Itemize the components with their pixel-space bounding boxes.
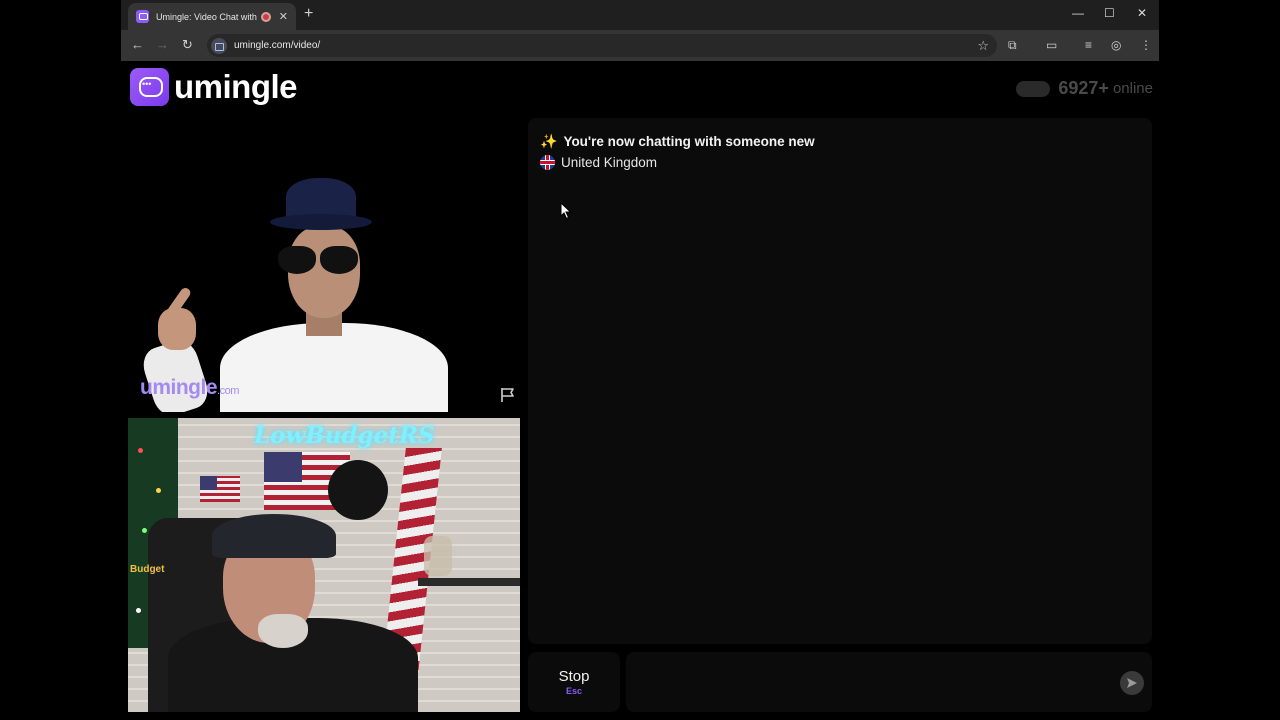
media-controls-icon[interactable]: ≡ [1085,38,1092,52]
tree-light [156,488,161,493]
profile-icon[interactable]: ◎ [1111,38,1121,52]
tab-bar: Umingle: Video Chat with S ✕ + — ☐ ✕ [121,0,1159,30]
chat-status-line: ✨ You're now chatting with someone new [540,133,1140,150]
site-info-icon[interactable] [211,37,227,54]
small-us-flag [200,476,240,502]
report-flag-icon[interactable] [499,386,517,404]
menu-kebab-icon[interactable]: ⋮ [1140,38,1152,52]
extensions-icon[interactable]: ⧉ [1008,38,1017,52]
message-input[interactable] [626,652,1106,712]
avatar-sunglasses-right [320,246,358,274]
message-box [626,652,1152,712]
stop-shortcut: Esc [565,686,582,696]
person-beard [258,614,308,648]
chat-bubble-logo-icon [130,68,169,106]
stop-button[interactable]: Stop Esc [528,652,620,712]
send-arrow-icon [1127,678,1137,688]
person-cap [212,514,336,558]
avatar-body [220,323,448,412]
send-button[interactable] [1120,671,1144,695]
sparkles-icon: ✨ [540,133,558,149]
tab-title: Umingle: Video Chat with S [156,11,259,22]
cast-icon[interactable]: ▭ [1046,38,1057,52]
avatar-sunglasses-left [278,246,316,274]
chat-country-text: United Kingdom [561,155,658,170]
close-window-button[interactable]: ✕ [1137,6,1147,20]
mouse-cursor-icon [560,202,572,220]
chat-panel: ✨ You're now chatting with someone new U… [528,118,1152,644]
reload-icon[interactable]: ↻ [182,37,193,53]
watermark-suffix: .com [217,385,239,397]
neon-sign: LowBudgetRS [254,422,435,449]
minimize-button[interactable]: — [1072,6,1084,20]
tab-close-icon[interactable]: ✕ [279,10,288,23]
spider-decoration [328,460,388,520]
online-counter: 6927+ online [1016,78,1153,99]
watermark-text: umingle [140,376,218,399]
address-bar[interactable]: umingle.com/video/ ☆ [207,34,997,57]
online-label: online [1112,80,1153,97]
online-count: 6927+ [1058,78,1109,98]
avatar-hat-brim [270,214,372,230]
screen: Umingle: Video Chat with S ✕ + — ☐ ✕ ← →… [0,0,1280,720]
tab-umingle[interactable]: Umingle: Video Chat with S ✕ [128,3,296,30]
tree-light [138,448,143,453]
browser-toolbar: ← → ↻ umingle.com/video/ ☆ ⧉ ▭ ≡ ◎ ⋮ [121,30,1159,61]
recording-icon [260,11,271,22]
chat-country-line: United Kingdom [540,155,1140,170]
tree-light [136,608,141,613]
uk-flag-icon [540,155,555,170]
back-arrow-icon[interactable]: ← [131,37,144,53]
new-tab-button[interactable]: + [304,6,313,22]
glass-jar [424,536,452,576]
chat-status-text: You're now chatting with someone new [563,134,815,149]
chair-label: Budget [130,564,165,575]
umingle-favicon-icon [136,10,149,23]
avatar-hand [158,308,196,350]
online-toggle[interactable] [1016,80,1051,97]
maximize-button[interactable]: ☐ [1104,6,1115,20]
local-video: LowBudgetRS Budget [128,418,520,712]
bookmark-star-icon[interactable]: ☆ [977,38,989,54]
remote-video: umingle.com [128,118,520,412]
tree-light [142,528,147,533]
video-watermark: umingle.com [140,376,239,400]
wall-shelf [418,578,520,586]
logo-text: umingle [174,68,298,105]
forward-arrow-icon[interactable]: → [156,37,169,53]
umingle-page: umingle 6927+ online umingle.com [121,61,1159,720]
url-text: umingle.com/video/ [234,40,321,51]
stop-label: Stop [558,668,590,685]
browser-window: Umingle: Video Chat with S ✕ + — ☐ ✕ ← →… [121,0,1159,720]
umingle-logo[interactable]: umingle [130,68,298,106]
